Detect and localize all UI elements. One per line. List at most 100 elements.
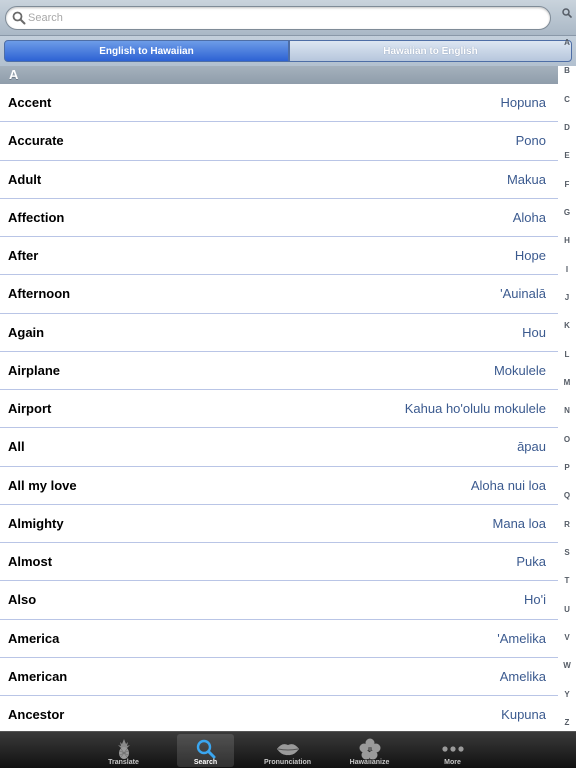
index-search-icon[interactable]: [562, 8, 572, 18]
hawaiian-word: Mokulele: [493, 362, 546, 378]
list-item[interactable]: Adult Makua: [0, 161, 558, 199]
english-word: Accent: [8, 95, 52, 111]
list-item[interactable]: All my love Aloha nui loa: [0, 467, 558, 505]
list-item[interactable]: Affection Aloha: [0, 199, 558, 237]
index-letter[interactable]: Z: [558, 718, 576, 727]
index-letter[interactable]: O: [558, 435, 576, 444]
english-word: Afternoon: [8, 286, 71, 302]
list-item[interactable]: All āpau: [0, 428, 558, 467]
english-word: Accurate: [8, 133, 64, 149]
hawaiian-word: Hope: [514, 248, 546, 264]
index-letter[interactable]: H: [558, 236, 576, 245]
hawaiian-word: Kahua ho'olulu mokulele: [404, 401, 546, 417]
lips-icon: [276, 739, 300, 759]
english-word: Affection: [8, 209, 65, 225]
hawaiian-word: Aloha: [512, 209, 546, 225]
index-letter[interactable]: A: [558, 38, 576, 47]
tab-translate-label: Translate: [108, 759, 139, 766]
index-letter[interactable]: K: [558, 321, 576, 330]
index-letter[interactable]: D: [558, 123, 576, 132]
index-letter[interactable]: Q: [558, 491, 576, 500]
index-letter[interactable]: B: [558, 66, 576, 75]
index-letter[interactable]: F: [558, 180, 576, 189]
index-letter[interactable]: G: [558, 208, 576, 217]
list-item[interactable]: America 'Amelika: [0, 620, 558, 658]
hawaiian-word: Ho'i: [524, 592, 546, 608]
hawaiian-word: 'Auinalā: [500, 286, 546, 302]
index-letter[interactable]: S: [558, 548, 576, 557]
english-word: Again: [8, 324, 45, 340]
index-letter[interactable]: U: [558, 605, 576, 614]
hawaiian-word: Hou: [522, 324, 546, 340]
index-letter[interactable]: M: [558, 378, 576, 387]
search-input[interactable]: [28, 9, 528, 27]
section-header: A: [0, 66, 558, 84]
english-word: Almighty: [8, 515, 64, 531]
tab-hawaiianize[interactable]: Hawaiianize: [341, 734, 398, 767]
list-item[interactable]: Also Ho'i: [0, 581, 558, 620]
english-word: Airplane: [8, 362, 61, 378]
alphabet-index[interactable]: A B C D E F G H I J K L M N O P Q R S T U V W Y Z: [558, 0, 576, 731]
search-field[interactable]: [5, 6, 551, 30]
index-letter[interactable]: J: [558, 293, 576, 302]
english-word: Ancestor: [8, 707, 65, 723]
hawaiian-word: Pono: [515, 133, 546, 149]
tab-hawaiian-to-english[interactable]: Hawaiian to English: [289, 40, 572, 62]
tab-pronunciation-label: Pronunciation: [263, 759, 312, 766]
list-item[interactable]: Airport Kahua ho'olulu mokulele: [0, 390, 558, 429]
word-list: Accent Hopuna Accurate Pono Adult Makua Affect…: [0, 84, 558, 735]
list-item[interactable]: After Hope: [0, 237, 558, 276]
english-word: All my love: [8, 477, 77, 493]
hawaiian-word: 'Amelika: [497, 630, 546, 646]
english-word: After: [8, 248, 39, 264]
english-word: Almost: [8, 554, 53, 570]
english-word: Also: [8, 592, 37, 608]
hawaiian-word: Makua: [506, 171, 546, 187]
index-letter[interactable]: I: [558, 265, 576, 274]
hawaiian-word: Puka: [516, 554, 546, 570]
hawaiian-word: āpau: [517, 439, 546, 455]
list-item[interactable]: Almost Puka: [0, 543, 558, 582]
index-letter[interactable]: R: [558, 520, 576, 529]
english-word: American: [8, 668, 68, 684]
direction-toggle: English to Hawaiian Hawaiian to English: [0, 36, 576, 66]
tab-bar: Translate Search Pronunciation Hawaiiani…: [0, 731, 576, 768]
english-word: All: [8, 439, 25, 455]
tab-more-label: More: [444, 759, 461, 766]
english-word: Airport: [8, 401, 52, 417]
index-letter[interactable]: T: [558, 576, 576, 585]
hawaiian-word: Kupuna: [501, 707, 546, 723]
more-dots-icon: [441, 739, 465, 759]
tab-translate[interactable]: Translate: [95, 734, 152, 767]
index-letter[interactable]: P: [558, 463, 576, 472]
search-icon: [12, 11, 26, 25]
list-item[interactable]: Almighty Mana loa: [0, 505, 558, 543]
index-letter[interactable]: V: [558, 633, 576, 642]
hawaiian-word: Mana loa: [492, 515, 546, 531]
magnifier-icon: [194, 739, 218, 759]
pineapple-icon: [112, 739, 136, 759]
index-letter[interactable]: E: [558, 151, 576, 160]
tab-search[interactable]: Search: [177, 734, 234, 767]
tab-more[interactable]: More: [424, 734, 481, 767]
index-letter[interactable]: Y: [558, 690, 576, 699]
list-item[interactable]: American Amelika: [0, 658, 558, 696]
hawaiian-word: Aloha nui loa: [470, 477, 546, 493]
index-letter[interactable]: N: [558, 406, 576, 415]
index-letter[interactable]: L: [558, 350, 576, 359]
hawaiian-word: Hopuna: [500, 95, 546, 111]
list-item[interactable]: Airplane Mokulele: [0, 352, 558, 390]
tab-search-label: Search: [193, 759, 218, 766]
index-letter[interactable]: W: [558, 661, 576, 670]
english-word: America: [8, 630, 60, 646]
list-item[interactable]: Accurate Pono: [0, 122, 558, 161]
hibiscus-icon: [358, 738, 382, 760]
index-letter[interactable]: C: [558, 95, 576, 104]
hawaiian-word: Amelika: [499, 668, 546, 684]
list-item[interactable]: Accent Hopuna: [0, 84, 558, 123]
tab-pronunciation[interactable]: Pronunciation: [259, 734, 316, 767]
list-item[interactable]: Afternoon 'Auinalā: [0, 275, 558, 314]
list-item[interactable]: Again Hou: [0, 314, 558, 352]
list-item[interactable]: Ancestor Kupuna: [0, 696, 558, 735]
tab-english-to-hawaiian[interactable]: English to Hawaiian: [4, 40, 289, 62]
